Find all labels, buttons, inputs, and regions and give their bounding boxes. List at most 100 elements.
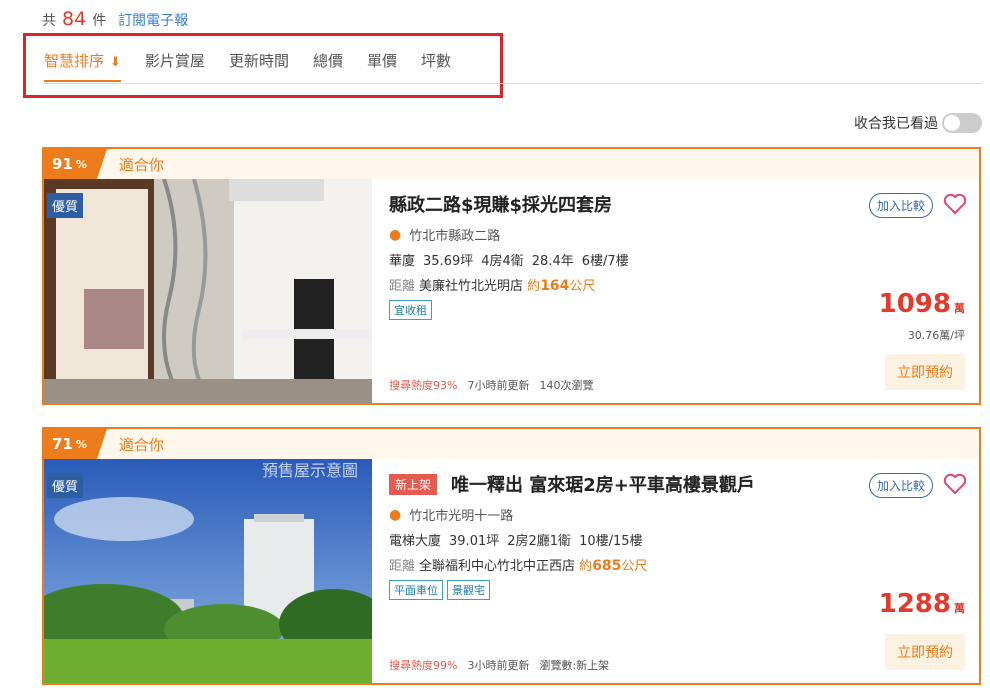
distance-unit: 公尺 bbox=[621, 559, 648, 574]
tab-label: 智慧排序 bbox=[44, 52, 105, 70]
tab-update-time[interactable]: 更新時間 bbox=[229, 50, 289, 82]
card-header: 91% 適合你 bbox=[44, 149, 979, 179]
distance-number: 164 bbox=[540, 278, 570, 294]
feature-tag: 宜收租 bbox=[389, 300, 432, 320]
title-text: 縣政二路$現賺$採光四套房 bbox=[389, 195, 613, 216]
view-count: 瀏覽數:新上架 bbox=[539, 659, 610, 672]
search-heat: 搜尋熱度99% bbox=[389, 659, 458, 672]
match-score: 91% bbox=[44, 149, 107, 179]
quality-badge: 優質 bbox=[47, 473, 84, 498]
book-viewing-button[interactable]: 立即預約 bbox=[885, 634, 965, 670]
collapse-viewed-row: 收合我已看過 bbox=[854, 113, 982, 133]
distance-place: 美廉社竹北光明店 bbox=[419, 279, 524, 294]
listing-distance: 距離 美廉社竹北光明店 約164公尺 bbox=[389, 275, 859, 294]
spec-rooms: 4房4衛 bbox=[481, 254, 524, 269]
spec-age: 28.4年 bbox=[531, 254, 574, 269]
arrow-down-icon: ⬇ bbox=[110, 55, 121, 70]
location-pin-icon: ● bbox=[389, 506, 402, 523]
distance-number: 685 bbox=[592, 558, 622, 574]
total-price: 1098 萬 bbox=[879, 289, 965, 319]
address-text: 竹北市縣政二路 bbox=[409, 229, 501, 244]
distance-value: 約164公尺 bbox=[527, 278, 596, 294]
tab-area[interactable]: 坪數 bbox=[421, 50, 451, 82]
sort-tabs: 智慧排序 ⬇ 影片賞屋 更新時間 總價 單價 坪數 bbox=[44, 50, 475, 82]
spec-floor: 6樓/7樓 bbox=[581, 254, 629, 269]
distance-value: 約685公尺 bbox=[579, 558, 648, 574]
listing-title[interactable]: 新上架 唯一釋出 富來琚2房+平車高樓景觀戶 bbox=[389, 471, 859, 497]
result-count: 84 bbox=[62, 8, 87, 30]
result-summary: 共 84 件 訂閱電子報 bbox=[42, 8, 188, 30]
listing-tags: 宜收租 bbox=[389, 300, 859, 320]
updated-time: 7小時前更新 bbox=[467, 379, 530, 392]
tab-unit-price[interactable]: 單價 bbox=[367, 50, 397, 82]
match-value: 91 bbox=[52, 155, 73, 173]
distance-place: 全聯福利中心竹北中正西店 bbox=[419, 559, 576, 574]
spec-area: 35.69坪 bbox=[423, 254, 474, 269]
subscribe-link[interactable]: 訂閱電子報 bbox=[118, 10, 188, 30]
title-text: 唯一釋出 富來琚2房+平車高樓景觀戶 bbox=[451, 475, 755, 496]
add-compare-button[interactable]: 加入比較 bbox=[868, 473, 933, 498]
count-suffix: 件 bbox=[92, 13, 107, 29]
tab-label: 更新時間 bbox=[228, 52, 289, 70]
match-score: 71% bbox=[44, 429, 107, 459]
listing-card[interactable]: 71% 適合你 優質 預售屋示意圖 新上架 唯一釋出 富來琚2房+平車高樓景觀戶 … bbox=[42, 427, 981, 685]
listing-distance: 距離 全聯福利中心竹北中正西店 約685公尺 bbox=[389, 555, 859, 574]
count-prefix: 共 bbox=[42, 13, 56, 29]
listing-address: ● 竹北市光明十一路 bbox=[389, 505, 859, 525]
price-value: 1098 bbox=[878, 289, 951, 319]
spec-area: 39.01坪 bbox=[449, 534, 500, 549]
listing-card[interactable]: 91% 適合你 優質 縣政二路$現賺$採光四套房 ● 竹北市縣政二路 華廈 35.6… bbox=[42, 147, 981, 405]
favorite-heart-icon[interactable] bbox=[943, 193, 967, 219]
distance-approx: 約 bbox=[579, 559, 593, 574]
tab-label: 影片賞屋 bbox=[144, 52, 205, 70]
price-unit: 萬 bbox=[954, 602, 965, 615]
spec-floor: 10樓/15樓 bbox=[579, 534, 643, 549]
photo-watermark: 預售屋示意圖 bbox=[261, 461, 358, 480]
address-text: 竹北市光明十一路 bbox=[409, 509, 514, 524]
listing-address: ● 竹北市縣政二路 bbox=[389, 225, 859, 245]
add-compare-button[interactable]: 加入比較 bbox=[868, 193, 933, 218]
match-unit: % bbox=[75, 437, 87, 451]
collapse-viewed-toggle[interactable] bbox=[942, 113, 982, 133]
listing-meta: 搜尋熱度93% 7小時前更新 140次瀏覽 bbox=[389, 377, 593, 393]
unit-price: 30.76萬/坪 bbox=[907, 329, 965, 342]
tab-label: 總價 bbox=[312, 52, 343, 70]
listing-specs: 華廈 35.69坪 4房4衛 28.4年 6樓/7樓 bbox=[389, 250, 859, 269]
card-header: 71% 適合你 bbox=[44, 429, 979, 459]
distance-label: 距離 bbox=[389, 279, 416, 294]
tab-smart-sort[interactable]: 智慧排序 ⬇ bbox=[44, 50, 121, 82]
distance-unit: 公尺 bbox=[569, 279, 596, 294]
listing-meta: 搜尋熱度99% 3小時前更新 瀏覽數:新上架 bbox=[389, 657, 609, 673]
spec-type: 電梯大廈 bbox=[389, 534, 442, 549]
match-unit: % bbox=[75, 157, 87, 171]
toggle-knob bbox=[944, 115, 960, 131]
listing-info: 縣政二路$現賺$採光四套房 ● 竹北市縣政二路 華廈 35.69坪 4房4衛 28.4年… bbox=[389, 191, 859, 320]
fit-label: 適合你 bbox=[118, 155, 164, 174]
match-value: 71 bbox=[52, 435, 73, 453]
feature-tag: 平面車位 bbox=[389, 580, 443, 600]
total-price: 1288 萬 bbox=[879, 589, 965, 619]
tab-total-price[interactable]: 總價 bbox=[313, 50, 343, 82]
distance-label: 距離 bbox=[389, 559, 416, 574]
listing-title[interactable]: 縣政二路$現賺$採光四套房 bbox=[389, 191, 859, 217]
new-listing-tag: 新上架 bbox=[389, 473, 438, 495]
book-viewing-button[interactable]: 立即預約 bbox=[885, 354, 965, 390]
listing-specs: 電梯大廈 39.01坪 2房2廳1衛 10樓/15樓 bbox=[389, 530, 859, 549]
spec-type: 華廈 bbox=[389, 254, 416, 269]
tab-label: 坪數 bbox=[420, 52, 451, 70]
price-unit: 萬 bbox=[954, 302, 965, 315]
location-pin-icon: ● bbox=[389, 226, 402, 243]
tabs-divider bbox=[42, 83, 982, 84]
listing-photo[interactable]: 優質 bbox=[44, 179, 372, 403]
distance-approx: 約 bbox=[527, 279, 541, 294]
view-count: 140次瀏覽 bbox=[539, 379, 594, 392]
tab-video[interactable]: 影片賞屋 bbox=[145, 50, 205, 82]
listing-photo[interactable]: 優質 預售屋示意圖 bbox=[44, 459, 372, 683]
search-heat: 搜尋熱度93% bbox=[389, 379, 458, 392]
tab-label: 單價 bbox=[366, 52, 397, 70]
listing-info: 新上架 唯一釋出 富來琚2房+平車高樓景觀戶 ● 竹北市光明十一路 電梯大廈 39.0… bbox=[389, 471, 859, 600]
spec-rooms: 2房2廳1衛 bbox=[507, 534, 572, 549]
favorite-heart-icon[interactable] bbox=[943, 473, 967, 499]
collapse-viewed-label: 收合我已看過 bbox=[854, 116, 938, 132]
updated-time: 3小時前更新 bbox=[467, 659, 530, 672]
